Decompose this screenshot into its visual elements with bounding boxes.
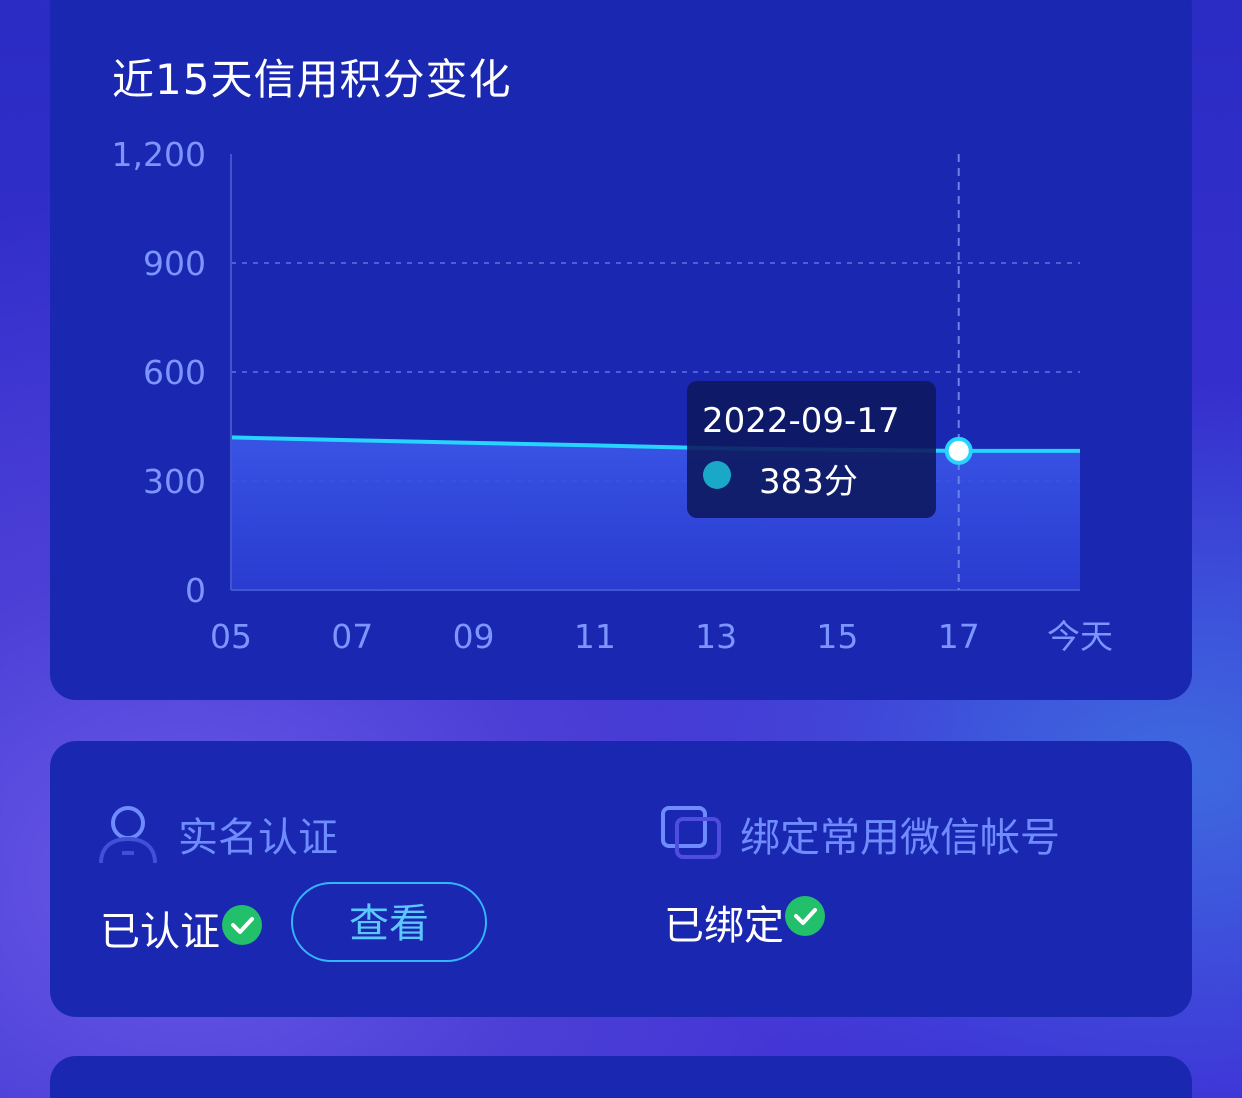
x-tick-label: 13 [695,617,737,656]
tooltip-value: 383分 [759,462,858,502]
check-icon [222,905,262,945]
x-tick-label: 09 [453,617,495,656]
x-tick-label: 15 [816,617,858,656]
next-card [50,1056,1192,1098]
x-tick-label: 今天 [1047,617,1113,656]
tooltip-series-dot [703,461,731,489]
x-tick-label: 07 [331,617,373,656]
real-name-status: 已认证 [100,909,220,955]
credit-score-chart[interactable]: 0 300 600 900 1,200 05 07 09 11 13 15 17 今天 [50,0,1192,700]
y-tick-label: 300 [143,462,206,501]
y-tick-label: 0 [185,571,206,610]
real-name-label: 实名认证 [178,815,338,861]
tooltip-date: 2022-09-17 [702,401,900,441]
wechat-status: 已绑定 [664,903,784,949]
x-tick-label: 11 [574,617,616,656]
y-tick-label: 600 [143,353,206,392]
verification-card: 实名认证 已认证 查看 绑定常用微信帐号 已绑定 [50,741,1192,1017]
view-button[interactable]: 查看 [291,882,487,962]
chart-tooltip: 2022-09-17 383分 [687,381,936,518]
y-tick-label: 900 [143,244,206,283]
check-icon [785,896,825,936]
x-tick-label: 17 [938,617,980,656]
credit-chart-card: 近15天信用积分变化 0 300 600 900 1,200 05 07 09 11 13 15 17… [50,0,1192,700]
highlight-point [944,436,973,465]
page: { "chart_card": { "title": "近15天信用积分变化",… [0,0,1242,1098]
y-tick-label: 1,200 [112,135,206,174]
wechat-bind-label: 绑定常用微信帐号 [740,815,1060,861]
copy-icon [660,805,724,865]
x-tick-label: 05 [210,617,252,656]
user-icon [98,801,162,871]
